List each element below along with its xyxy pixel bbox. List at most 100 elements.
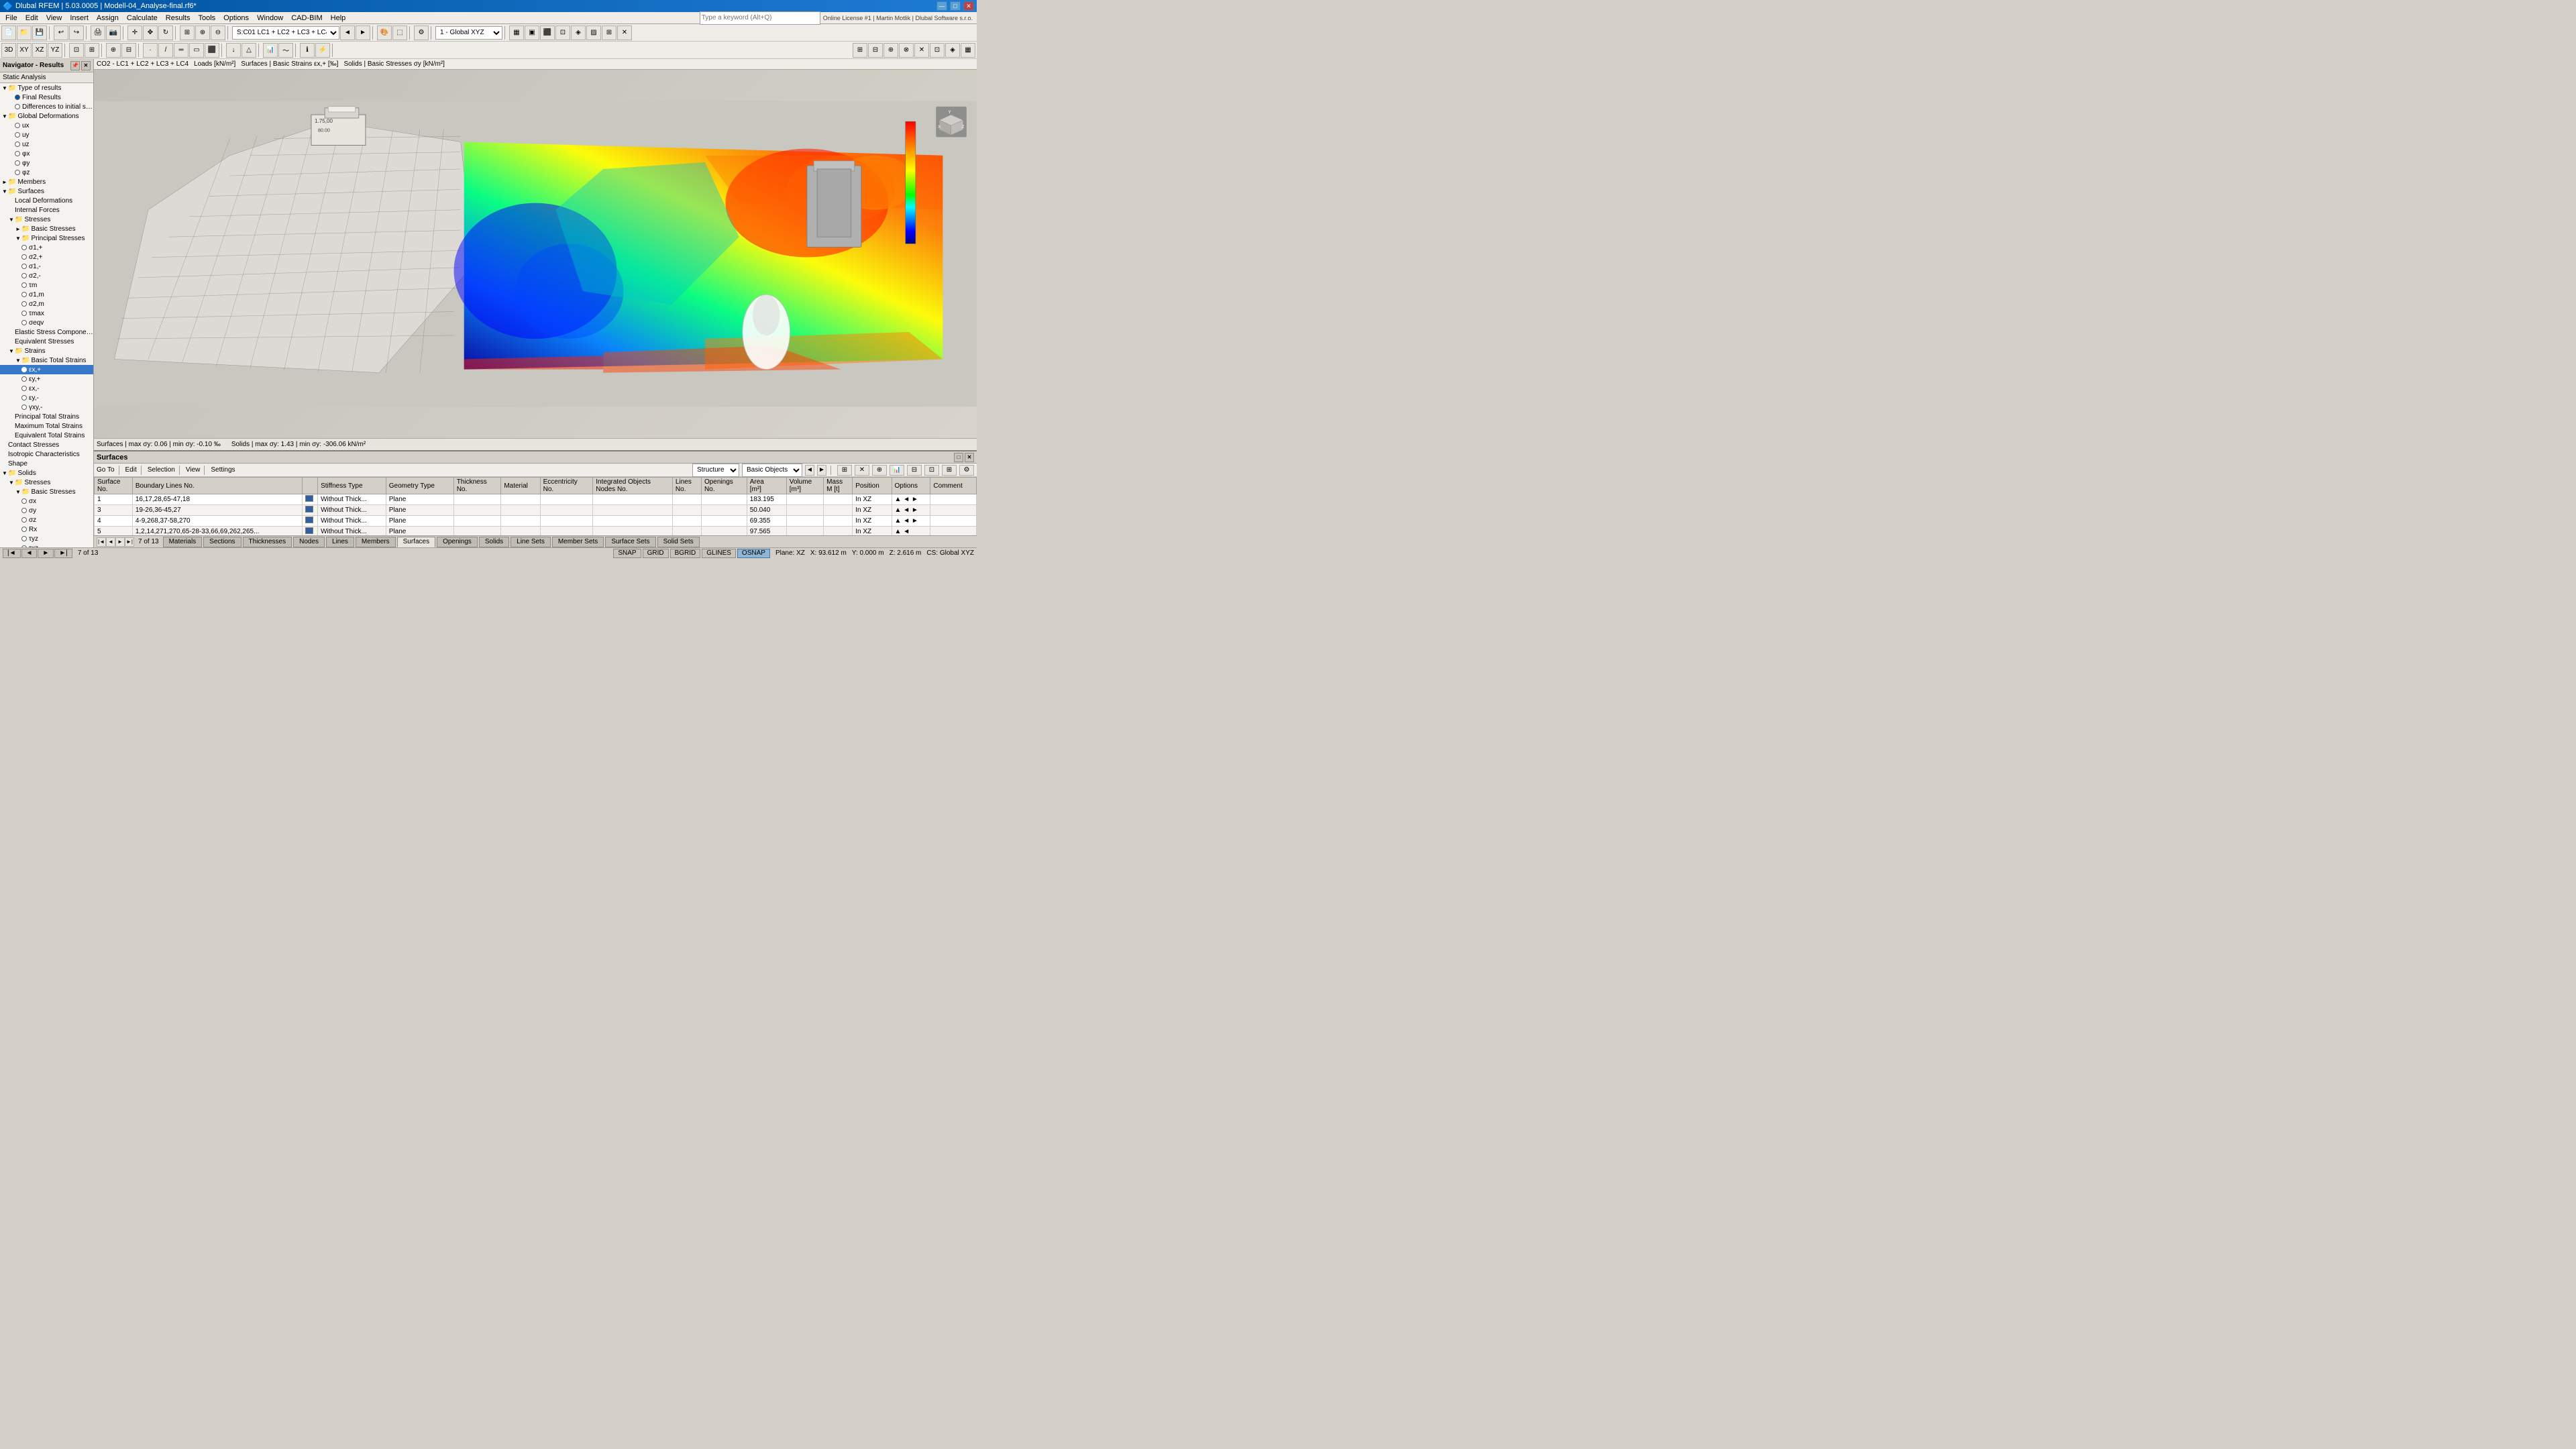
view-xz-button[interactable]: XZ [32,43,47,58]
tree-members[interactable]: ► 📁 Members [0,177,93,186]
tree-s2m2[interactable]: σ2,m [0,299,93,309]
tb2-snap1[interactable]: ⊞ [853,43,867,58]
tb-btn-c[interactable]: ⬛ [540,25,555,40]
tab-openings[interactable]: Openings [437,537,478,547]
menu-calculate[interactable]: Calculate [123,13,162,23]
result-btn[interactable]: 📊 [263,43,278,58]
table-btn-4[interactable]: 📊 [890,465,904,476]
tree-ey-plus[interactable]: εy,+ [0,374,93,384]
tree-s1m2[interactable]: σ1,m [0,290,93,299]
table-btn-2[interactable]: ✕ [855,465,869,476]
tree-solids[interactable]: ▼ 📁 Solids [0,468,93,478]
nav-pin-button[interactable]: 📌 [70,61,80,70]
render-button[interactable]: 🎨 [377,25,392,40]
tab-member-sets[interactable]: Member Sets [552,537,604,547]
col-volume[interactable]: Volume[m³] [786,478,823,494]
snap-button[interactable]: SNAP [613,549,641,558]
nav-close-button[interactable]: ✕ [81,61,91,70]
filter-next-button[interactable]: ► [817,465,826,476]
close-button[interactable]: ✕ [963,1,974,11]
info-btn[interactable]: ℹ [300,43,315,58]
tree-shape[interactable]: Shape [0,459,93,468]
table-btn-6[interactable]: ⊡ [924,465,939,476]
table-btn-1[interactable]: ⊞ [837,465,852,476]
col-boundary-lines[interactable]: Boundary Lines No. [132,478,302,494]
menu-insert[interactable]: Insert [66,13,93,23]
maximize-button[interactable]: □ [950,1,961,11]
menu-file[interactable]: File [1,13,21,23]
table-btn-8[interactable]: ⚙ [959,465,974,476]
tree-surfaces[interactable]: ▼ 📁 Surfaces [0,186,93,196]
tree-max-total[interactable]: Maximum Total Strains [0,421,93,431]
tb2-snap6[interactable]: ⊡ [930,43,945,58]
tree-final-results[interactable]: Final Results [0,93,93,102]
menu-help[interactable]: Help [327,13,350,23]
deform-btn[interactable]: 〜 [278,43,293,58]
menu-options[interactable]: Options [219,13,253,23]
col-mass[interactable]: MassM [t] [824,478,853,494]
tree-tyz[interactable]: τyz [0,534,93,543]
tab-materials[interactable]: Materials [163,537,203,547]
tb2-snap3[interactable]: ⊕ [883,43,898,58]
tree-principal-total[interactable]: Principal Total Strains [0,412,93,421]
view-xy-button[interactable]: XY [17,43,32,58]
tree-uy[interactable]: uy [0,130,93,140]
table-btn-5[interactable]: ⊟ [907,465,922,476]
open-button[interactable]: 📁 [17,25,32,40]
col-nodes[interactable]: Integrated ObjectsNodes No. [593,478,673,494]
nav-next-button[interactable]: ► [38,549,54,558]
tb-btn-e[interactable]: ◈ [571,25,586,40]
tree-taumax[interactable]: τmax [0,309,93,318]
tab-surfaces[interactable]: Surfaces [397,537,435,547]
zoom-win-button[interactable]: ⊞ [85,43,99,58]
tb-btn-g[interactable]: ⊞ [602,25,616,40]
col-openings[interactable]: OpeningsNo. [701,478,747,494]
tree-basic-total-strains[interactable]: ▼ 📁 Basic Total Strains [0,356,93,365]
tab-members[interactable]: Members [356,537,396,547]
col-color[interactable] [303,478,318,494]
view-combo[interactable]: 1 - Global XYZ [435,26,502,40]
surfaces-close-button[interactable]: ✕ [965,453,974,462]
tree-phiy[interactable]: φy [0,158,93,168]
tree-phiz[interactable]: φz [0,168,93,177]
tb2-snap4[interactable]: ⊗ [899,43,914,58]
table-row[interactable]: 4 4-9,268,37-58,270 Without Thick... Pla… [95,516,977,527]
col-stiffness[interactable]: Stiffness Type [318,478,386,494]
osnap-button[interactable]: OSNAP [737,549,770,558]
menu-tools[interactable]: Tools [194,13,219,23]
tab-thicknesses[interactable]: Thicknesses [243,537,292,547]
lc-prev-button[interactable]: ◄ [340,25,355,40]
node-btn[interactable]: · [143,43,158,58]
print-button[interactable]: 🖨 [91,25,105,40]
tb2-snap2[interactable]: ⊟ [868,43,883,58]
view-yz-button[interactable]: YZ [48,43,62,58]
bgrid-button[interactable]: BGRID [670,549,701,558]
move-button[interactable]: ✥ [143,25,158,40]
snap-button[interactable]: ⊕ [106,43,121,58]
member-btn[interactable]: ═ [174,43,189,58]
tree-s2p[interactable]: σ2,+ [0,252,93,262]
menu-edit[interactable]: Edit [21,13,42,23]
tree-solids-basic[interactable]: ▼ 📁 Basic Stresses [0,487,93,496]
tree-s2m[interactable]: σ2,- [0,271,93,280]
display-opts-button[interactable]: ⚙ [414,25,429,40]
tab-line-sets[interactable]: Line Sets [511,537,551,547]
tree-basic-stresses[interactable]: ► 📁 Basic Stresses [0,224,93,233]
tb2-snap5[interactable]: ✕ [914,43,929,58]
nav-last-button[interactable]: ►| [54,549,72,558]
zoom-all-button[interactable]: ⊞ [180,25,195,40]
tb-btn-b[interactable]: ▣ [525,25,539,40]
tree-elastic-stress[interactable]: Elastic Stress Components [0,327,93,337]
tree-uz[interactable]: uz [0,140,93,149]
nav-prev-button[interactable]: ◄ [21,549,38,558]
table-row[interactable]: 5 1,2,14,271,270,65-28-33,66,69,262,265.… [95,527,977,536]
tab-sections[interactable]: Sections [203,537,241,547]
results-table[interactable]: SurfaceNo. Boundary Lines No. Stiffness … [94,477,977,535]
tree-ex-minus[interactable]: εx,- [0,384,93,393]
tree-ex-plus[interactable]: εx,+ [0,365,93,374]
tree-equiv-stress[interactable]: Equivalent Stresses [0,337,93,346]
tree-stresses[interactable]: ▼ 📁 Stresses [0,215,93,224]
menu-cadbim[interactable]: CAD-BIM [287,13,326,23]
tree-contact-stress[interactable]: Contact Stresses [0,440,93,449]
viewport-3d[interactable]: 1.75,00 80.00 [94,70,977,438]
